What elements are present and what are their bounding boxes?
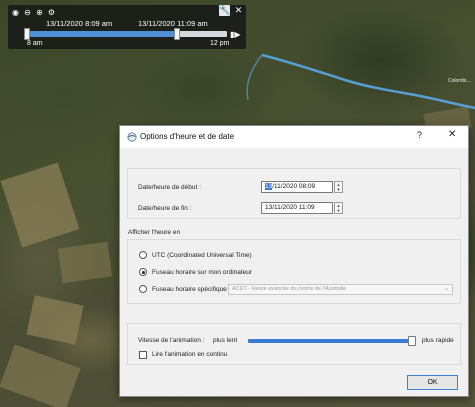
timezone-group: UTC (Coordinated Universal Time) Fuseau … (127, 239, 461, 304)
start-datetime-field[interactable]: 13/11/2020 08:09 (261, 181, 333, 193)
time-slider-start-handle[interactable] (24, 28, 30, 40)
loop-animation-label: Lire l'animation en continu (152, 351, 228, 358)
time-slider-range (27, 31, 177, 37)
ok-button[interactable]: OK (407, 375, 458, 390)
date-range-group: Date/heure de début : 13/11/2020 08:09 ▲… (127, 168, 461, 219)
time-scale-end: 12 pm (210, 40, 230, 47)
loop-animation-checkbox[interactable] (139, 351, 147, 359)
timezone-select-value: ACDT - Heure avancée du centre de l'Aust… (232, 286, 347, 292)
time-slider-tools: 🔧 ✕ (219, 5, 244, 16)
time-scale-start: 8 am (27, 40, 43, 47)
animation-speed-handle[interactable] (408, 336, 416, 346)
local-timezone-radio-label: Fuseau horaire sur mon ordinateur (152, 269, 253, 276)
zoom-in-icon[interactable]: ⊕ (35, 8, 44, 17)
google-earth-logo-icon (127, 132, 137, 142)
timezone-select[interactable]: ACDT - Heure avancée du centre de l'Aust… (228, 284, 453, 295)
specific-timezone-radio[interactable] (139, 285, 147, 293)
map-place-label: Colombi... (448, 78, 471, 84)
animation-group: Vitesse de l'animation : plus lent plus … (127, 323, 461, 365)
animation-speed-slow-label: plus lent (213, 337, 238, 344)
animation-speed-label: Vitesse de l'animation : (138, 337, 205, 344)
spin-down-icon[interactable]: ▼ (335, 208, 342, 213)
time-slider-panel: ◉ ⊖ ⊕ ⚙ 13/11/2020 8:09 am 13/11/2020 11… (8, 5, 246, 49)
start-datetime-spinner[interactable]: ▲ ▼ (334, 181, 343, 193)
specific-timezone-radio-label: Fuseau horaire spécifique (152, 286, 227, 293)
animation-speed-slider[interactable] (248, 339, 410, 343)
end-datetime-spinner[interactable]: ▲ ▼ (334, 202, 343, 214)
play-icon[interactable]: ▮▶ (230, 30, 241, 39)
start-datetime-label: Date/heure de début : (138, 184, 201, 191)
time-slider-start-time: 13/11/2020 8:09 am (46, 19, 113, 28)
local-timezone-radio[interactable] (139, 268, 147, 276)
animation-speed-fast-label: plus rapide (422, 337, 454, 344)
globe-icon[interactable]: ◉ (11, 8, 20, 17)
time-slider-end-time: 13/11/2020 11:09 am (138, 19, 208, 28)
end-datetime-field[interactable]: 13/11/2020 11:09 (261, 202, 333, 214)
utc-radio[interactable] (139, 251, 147, 259)
settings-icon[interactable]: ⚙ (47, 8, 56, 17)
time-slider-track[interactable] (24, 28, 227, 40)
dialog-close-button[interactable]: ✕ (448, 129, 456, 140)
chevron-down-icon: ⌄ (443, 286, 449, 292)
display-time-heading: Afficher l'heure en (128, 229, 181, 236)
close-icon[interactable]: ✕ (233, 5, 244, 16)
wrench-icon[interactable]: 🔧 (219, 5, 230, 16)
end-datetime-label: Date/heure de fin : (138, 205, 192, 212)
dialog-titlebar: Options d'heure et de date ? ✕ (120, 126, 468, 148)
utc-radio-label: UTC (Coordinated Universal Time) (152, 252, 252, 259)
time-date-options-dialog: Options d'heure et de date ? ✕ Date/heur… (119, 125, 469, 397)
start-datetime-value: /11/2020 08:09 (272, 183, 316, 190)
spin-down-icon[interactable]: ▼ (335, 187, 342, 192)
zoom-out-icon[interactable]: ⊖ (23, 8, 32, 17)
time-slider-end-handle[interactable] (174, 28, 180, 40)
help-button[interactable]: ? (417, 130, 422, 140)
dialog-title: Options d'heure et de date (140, 132, 235, 141)
